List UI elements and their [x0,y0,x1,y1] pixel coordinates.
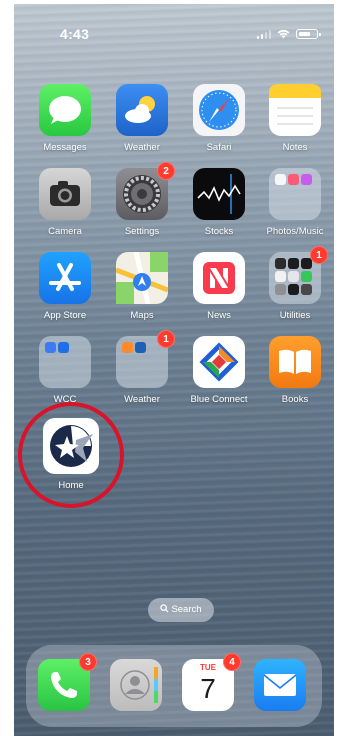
folder-icon [39,336,91,388]
search-icon [160,604,169,613]
app-weather-folder[interactable]: 1 Weather [104,330,180,405]
folder-icon: 1 [269,246,328,304]
app-label: Notes [282,142,308,153]
folder-icon: 1 [116,330,175,388]
app-label: Safari [206,142,232,153]
dock-mail[interactable] [242,659,318,711]
notification-badge: 4 [223,653,241,671]
app-label: News [207,310,231,321]
highlight-circle [18,402,124,508]
app-store-icon [39,252,91,304]
notes-icon [269,84,321,136]
signal-icon [256,29,271,39]
dock-calendar[interactable]: TUE 7 4 [170,653,246,711]
app-label: Photos/Music [266,226,324,237]
app-app-store[interactable]: App Store [27,252,103,321]
notification-badge: 3 [79,653,97,671]
app-label: Messages [43,142,87,153]
news-icon [193,252,245,304]
folder-icon [269,168,321,220]
app-label: App Store [43,310,87,321]
app-notes[interactable]: Notes [257,84,333,153]
app-safari[interactable]: Safari [181,84,257,153]
mail-icon [254,659,306,711]
app-utilities-folder[interactable]: 1 Utilities [257,246,333,321]
wifi-icon [277,29,290,39]
app-label: Weather [124,394,160,405]
messages-icon [39,84,91,136]
home-screen: 4:43 Messages Weather Safari Notes Camer… [14,4,334,736]
app-books[interactable]: Books [257,336,333,405]
maps-icon [115,251,169,305]
app-label: Camera [48,226,82,237]
camera-icon [39,168,91,220]
app-label: Books [281,394,309,405]
status-time: 4:43 [60,26,90,42]
app-label: Maps [130,310,154,321]
app-news[interactable]: News [181,252,257,321]
search-button[interactable]: Search [148,598,214,622]
notification-badge: 2 [157,162,175,180]
contacts-icon [110,659,162,711]
dock: 3 TUE 7 4 [26,645,322,727]
notification-badge: 1 [157,330,175,348]
status-bar: 4:43 [14,4,334,60]
app-weather[interactable]: Weather [104,84,180,153]
app-maps[interactable]: Maps [104,251,180,321]
dock-phone[interactable]: 3 [26,653,102,711]
weather-icon [116,84,168,136]
app-wcc-folder[interactable]: WCC [27,336,103,405]
blue-connect-icon [193,336,245,388]
app-label: Settings [124,226,160,237]
app-stocks[interactable]: Stocks [181,168,257,237]
app-label: Weather [124,142,160,153]
notification-badge: 1 [310,246,328,264]
app-label: Blue Connect [190,394,248,405]
app-label: Stocks [204,226,234,237]
phone-icon: 3 [38,653,97,711]
safari-icon [193,84,245,136]
app-label: Utilities [279,310,311,321]
gear-icon: 2 [116,162,175,220]
app-photos-music-folder[interactable]: Photos/Music [257,168,333,237]
dock-contacts[interactable] [98,659,174,711]
calendar-date: 7 [200,673,216,704]
stocks-icon [193,168,245,220]
search-label: Search [171,604,202,615]
battery-icon [296,29,321,39]
calendar-icon: TUE 7 4 [182,653,241,711]
app-settings[interactable]: 2 Settings [104,162,180,237]
status-icons [256,29,321,39]
books-icon [269,336,321,388]
app-messages[interactable]: Messages [27,84,103,153]
app-blue-connect[interactable]: Blue Connect [181,336,257,405]
app-camera[interactable]: Camera [27,168,103,237]
